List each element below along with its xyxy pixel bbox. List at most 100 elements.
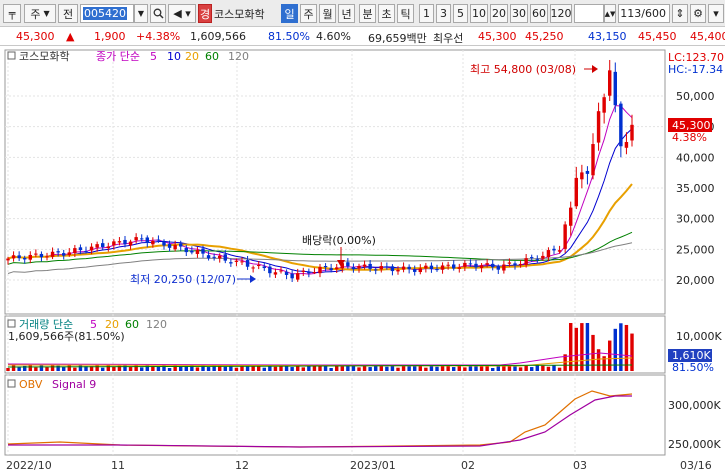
- turnover-ratio: 4.60%: [316, 30, 351, 43]
- candle-body: [50, 251, 55, 257]
- volume-bar: [502, 366, 506, 371]
- ma10-label: 10: [167, 50, 181, 63]
- period-tick[interactable]: 틱: [397, 4, 414, 23]
- period-day[interactable]: 일: [281, 4, 298, 23]
- candle-body: [6, 258, 10, 261]
- candle-body: [446, 264, 450, 266]
- interval-5[interactable]: 5: [453, 4, 468, 23]
- candle-body: [585, 170, 590, 174]
- candle-body: [145, 237, 149, 243]
- interval-custom-input[interactable]: [574, 4, 604, 23]
- stock-code-input[interactable]: 005420: [80, 4, 134, 23]
- candle-body: [346, 262, 350, 267]
- candle-body: [479, 265, 484, 268]
- candle-body: [162, 241, 166, 246]
- interval-3[interactable]: 3: [436, 4, 451, 23]
- candle-body: [329, 268, 333, 271]
- candle-body: [608, 70, 612, 96]
- stock-code-dropdown[interactable]: ▼: [134, 4, 148, 23]
- volume-bar: [479, 366, 484, 371]
- volume-bar: [557, 367, 562, 371]
- chart-area[interactable]: 50,00045,00040,00035,00030,00025,00020,0…: [0, 47, 725, 473]
- price-tick-label: 25,000: [676, 243, 715, 256]
- volume-bar: [346, 365, 350, 371]
- volume-bar: [552, 365, 556, 371]
- period-second[interactable]: 초: [378, 4, 395, 23]
- interval-spinner[interactable]: ▲▼: [604, 4, 616, 23]
- pin-icon[interactable]: ⇕: [672, 4, 688, 23]
- settings-icon[interactable]: ⚙: [690, 4, 706, 23]
- candle-body: [84, 250, 88, 252]
- volume-bar: [329, 367, 333, 371]
- candle-body: [474, 263, 478, 268]
- volume-bar: [156, 366, 161, 371]
- x-tick-label: 2023/01: [350, 459, 396, 472]
- candle-body: [407, 266, 411, 270]
- period-month[interactable]: 월: [319, 4, 336, 23]
- volume-bar: [39, 365, 44, 371]
- candle-body: [262, 266, 266, 269]
- current-price: 45,300: [16, 30, 55, 43]
- candle-body: [156, 239, 161, 241]
- period-week[interactable]: 주: [300, 4, 317, 23]
- period-year[interactable]: 년: [338, 4, 355, 23]
- stock-chart-svg[interactable]: 50,00045,00040,00035,00030,00025,00020,0…: [0, 47, 725, 473]
- candle-body: [112, 241, 116, 246]
- annotation-dividend: 배당락(0.00%): [302, 234, 376, 247]
- candle-body: [491, 263, 495, 268]
- candle-body: [485, 263, 489, 265]
- speaker-icon[interactable]: ◀ ▾: [168, 4, 196, 23]
- market-select[interactable]: 주 ▼: [24, 4, 56, 23]
- candle-body: [128, 241, 133, 246]
- volume-bar: [162, 365, 166, 371]
- x-tick-label: 11: [111, 459, 125, 472]
- period-minute[interactable]: 분: [359, 4, 376, 23]
- search-icon[interactable]: [150, 4, 166, 23]
- low-price: 43,150: [588, 30, 627, 43]
- volume-bar: [619, 323, 623, 371]
- chart-grid-icon[interactable]: ╤: [3, 4, 21, 23]
- candle-body: [45, 256, 49, 258]
- data-count-input[interactable]: 113/600: [618, 4, 670, 23]
- volume-bar: [569, 323, 573, 371]
- volume-bar: [112, 366, 116, 371]
- interval-1[interactable]: 1: [419, 4, 434, 23]
- candle-body: [541, 255, 545, 259]
- candle-body: [530, 257, 534, 259]
- spinner-icon: ▲▼: [604, 9, 616, 18]
- candle-body: [440, 265, 445, 270]
- volume-bar: [452, 367, 456, 371]
- candle-body: [379, 266, 383, 270]
- candle-body: [535, 258, 539, 260]
- interval-30[interactable]: 30: [510, 4, 528, 23]
- volume-bar: [11, 365, 16, 371]
- market-select-label: 주: [30, 7, 41, 21]
- interval-10[interactable]: 10: [470, 4, 488, 23]
- price-tick-label: 40,000: [676, 151, 715, 164]
- volume-bar: [101, 367, 105, 371]
- interval-120[interactable]: 120: [550, 4, 572, 23]
- candle-body: [151, 240, 155, 245]
- candle-body: [95, 244, 99, 248]
- volume-bar: [73, 367, 77, 371]
- code-type-button[interactable]: 전: [58, 4, 78, 23]
- volume-bar: [379, 365, 383, 371]
- volume-bar: [167, 367, 172, 371]
- candle-body: [496, 266, 500, 270]
- candle-body: [11, 255, 16, 259]
- candle-body: [569, 207, 573, 226]
- candle-body: [28, 254, 32, 260]
- interval-20[interactable]: 20: [490, 4, 508, 23]
- volume-bar: [580, 323, 584, 371]
- volume-ratio: 81.50%: [268, 30, 310, 43]
- toolbar: ╤ 주 ▼ 전 005420 ▼ ◀ ▾ 경 코스모화학 일 주 월 년 분 초…: [0, 0, 725, 27]
- volume-bar: [357, 367, 361, 371]
- volume-bar: [312, 365, 317, 371]
- candle-body: [179, 243, 183, 247]
- volume-bar: [546, 366, 551, 371]
- volume-bar: [318, 366, 322, 371]
- candle-body: [67, 252, 71, 255]
- candle-body: [234, 260, 239, 262]
- interval-60[interactable]: 60: [530, 4, 548, 23]
- minimize-icon[interactable]: ▾: [708, 4, 724, 23]
